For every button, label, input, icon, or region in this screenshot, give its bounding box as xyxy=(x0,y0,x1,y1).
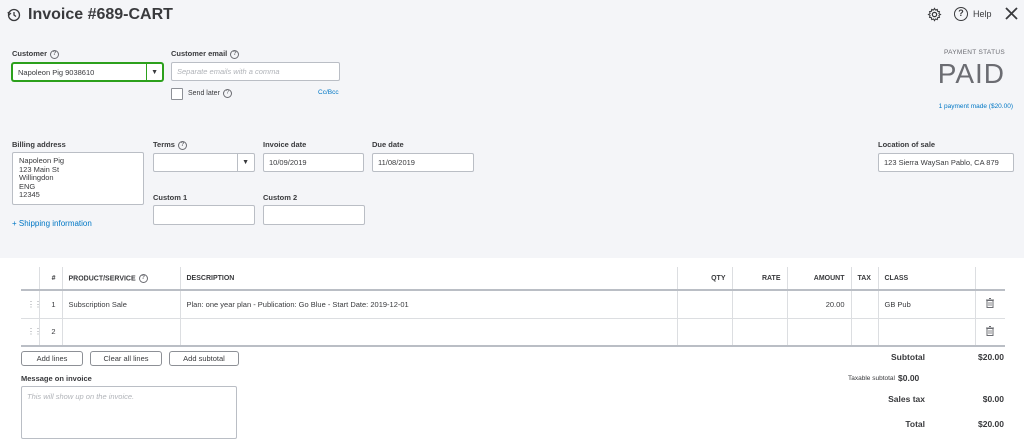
amount-cell[interactable]: 20.00 xyxy=(786,290,851,319)
total-value: $20.00 xyxy=(978,419,1004,429)
add-lines-button[interactable]: Add lines xyxy=(21,351,83,366)
billing-address-field[interactable]: Napoleon Pig 123 Main St Willingdon ENG … xyxy=(12,152,144,205)
close-icon[interactable] xyxy=(1004,6,1019,23)
customer-label: Customer? xyxy=(12,49,60,59)
column-header-class: CLASS xyxy=(877,267,975,291)
chevron-down-icon[interactable]: ▼ xyxy=(151,69,158,76)
message-placeholder: This will show up on the invoice. xyxy=(27,392,135,401)
subtotal-label: Subtotal xyxy=(891,352,925,362)
drag-column-header xyxy=(21,267,39,291)
email-placeholder: Separate emails with a comma xyxy=(177,67,280,76)
column-header-description: DESCRIPTION xyxy=(179,267,677,291)
billing-line: 12345 xyxy=(19,190,40,199)
cc-bcc-link[interactable]: Cc/Bcc xyxy=(318,89,339,96)
column-header-product: PRODUCT/SERVICE? xyxy=(61,267,180,291)
amount-cell[interactable] xyxy=(786,318,851,347)
send-later-checkbox[interactable] xyxy=(171,88,183,100)
table-header-row: # PRODUCT/SERVICE? DESCRIPTION QTY RATE … xyxy=(21,267,1005,291)
customer-value: Napoleon Pig 9038610 xyxy=(18,67,95,77)
help-icon: ? xyxy=(954,7,968,21)
billing-line: Willingdon xyxy=(19,173,54,182)
clear-all-lines-button[interactable]: Clear all lines xyxy=(90,351,162,366)
payments-made-link[interactable]: 1 payment made ($20.00) xyxy=(880,103,1013,110)
delete-column-header xyxy=(974,267,1005,291)
custom2-label: Custom 2 xyxy=(263,193,298,202)
location-of-sale-field[interactable]: 123 Sierra WaySan Pablo, CA 879 xyxy=(878,153,1014,172)
terms-label: Terms? xyxy=(153,140,187,150)
qty-cell[interactable] xyxy=(676,290,732,319)
sales-tax-value: $0.00 xyxy=(982,394,1004,404)
taxable-subtotal-label: Taxable subtotal xyxy=(848,375,895,382)
recent-transactions-icon[interactable] xyxy=(7,8,21,24)
billing-address-label: Billing address xyxy=(12,140,66,149)
product-cell[interactable]: Subscription Sale xyxy=(61,290,180,319)
terms-select[interactable]: ▼ xyxy=(153,153,255,172)
location-of-sale-label: Location of sale xyxy=(878,140,936,149)
rate-cell[interactable] xyxy=(731,290,787,319)
sales-tax-label: Sales tax xyxy=(888,394,925,404)
question-icon[interactable]: ? xyxy=(138,273,148,283)
invoice-date-label: Invoice date xyxy=(263,140,307,149)
column-header-qty: QTY xyxy=(676,267,732,291)
message-label: Message on invoice xyxy=(21,374,92,383)
tax-cell[interactable] xyxy=(850,318,878,347)
message-textarea[interactable]: This will show up on the invoice. xyxy=(21,386,237,439)
drag-handle-icon[interactable]: ⋮⋮ xyxy=(21,290,42,319)
column-header-rate: RATE xyxy=(731,267,787,291)
payment-status-label: PAYMENT STATUS xyxy=(943,49,1005,56)
total-label: Total xyxy=(905,419,925,429)
class-cell[interactable] xyxy=(877,318,975,347)
customer-select[interactable]: Napoleon Pig 9038610 ▼ xyxy=(12,63,163,81)
drag-handle-icon[interactable]: ⋮⋮ xyxy=(21,318,42,347)
row-number: 2 xyxy=(38,318,62,347)
trash-icon[interactable] xyxy=(974,318,1005,347)
question-icon[interactable]: ? xyxy=(50,49,60,59)
help-button[interactable]: ? Help xyxy=(954,7,992,21)
page-title: Invoice #689-CART xyxy=(28,6,173,23)
tax-cell[interactable] xyxy=(850,290,878,319)
gear-icon[interactable] xyxy=(927,7,942,24)
custom2-field[interactable] xyxy=(263,205,365,225)
invoice-date-field[interactable]: 10/09/2019 xyxy=(263,153,364,172)
trash-icon[interactable] xyxy=(974,290,1005,319)
column-header-amount: AMOUNT xyxy=(786,267,851,291)
shipping-information-link[interactable]: + Shipping information xyxy=(12,219,92,228)
column-header-num: # xyxy=(38,267,62,291)
send-later-label: Send later? xyxy=(188,89,232,98)
class-cell[interactable]: GB Pub xyxy=(877,290,975,319)
question-icon[interactable]: ? xyxy=(230,49,240,59)
question-icon[interactable]: ? xyxy=(222,89,232,98)
customer-email-label: Customer email? xyxy=(171,49,240,59)
column-header-tax: TAX xyxy=(850,267,878,291)
custom1-field[interactable] xyxy=(153,205,255,225)
line-items-table: # PRODUCT/SERVICE? DESCRIPTION QTY RATE … xyxy=(21,267,1005,347)
qty-cell[interactable] xyxy=(676,318,732,347)
custom1-label: Custom 1 xyxy=(153,193,188,202)
due-date-field[interactable]: 11/08/2019 xyxy=(372,153,474,172)
row-number: 1 xyxy=(38,290,62,319)
chevron-down-icon[interactable]: ▼ xyxy=(242,159,249,166)
due-date-label: Due date xyxy=(372,140,404,149)
rate-cell[interactable] xyxy=(731,318,787,347)
payment-status-value: PAID xyxy=(937,58,1005,89)
help-label: Help xyxy=(973,9,992,19)
taxable-subtotal-value: $0.00 xyxy=(898,373,920,383)
customer-email-field[interactable]: Separate emails with a comma xyxy=(171,62,340,81)
table-row[interactable]: ⋮⋮ 1 Subscription Sale Plan: one year pl… xyxy=(21,290,1005,319)
product-cell[interactable] xyxy=(61,318,180,347)
question-icon[interactable]: ? xyxy=(177,140,187,150)
add-subtotal-button[interactable]: Add subtotal xyxy=(169,351,239,366)
table-row[interactable]: ⋮⋮ 2 xyxy=(21,318,1005,347)
description-cell[interactable]: Plan: one year plan - Publication: Go Bl… xyxy=(179,290,677,319)
subtotal-value: $20.00 xyxy=(978,352,1004,362)
description-cell[interactable] xyxy=(179,318,677,347)
